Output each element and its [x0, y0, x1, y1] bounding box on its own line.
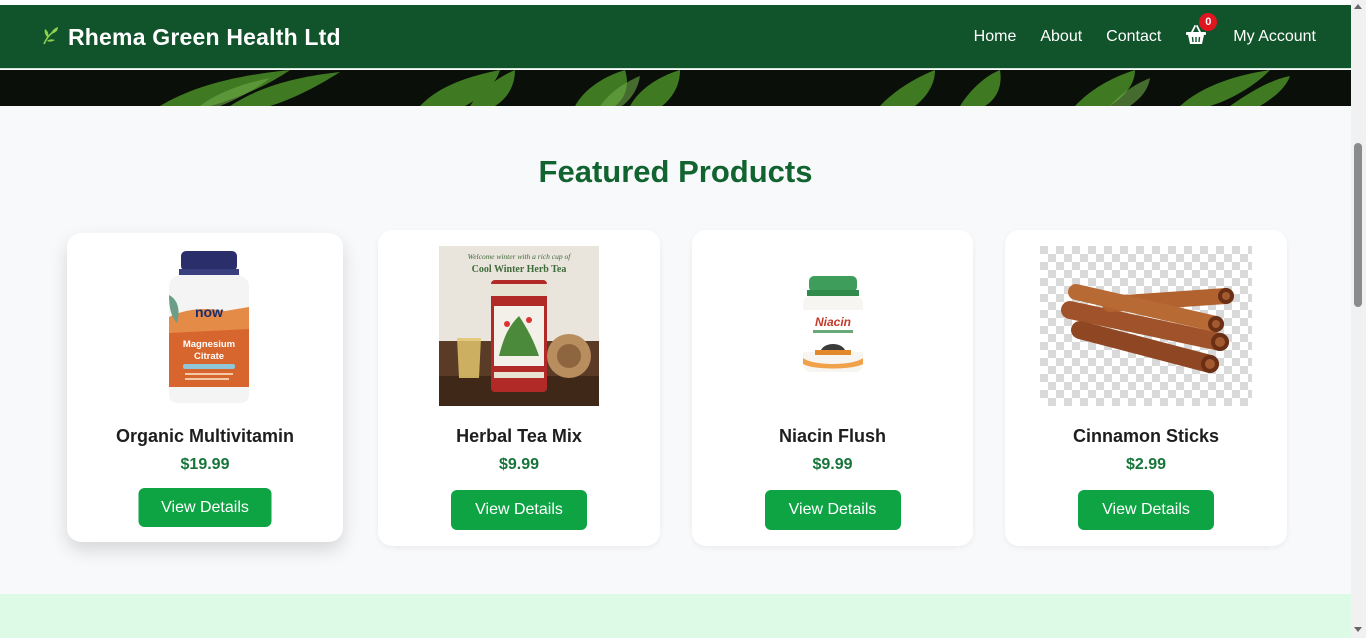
view-details-button[interactable]: View Details — [764, 490, 901, 530]
svg-text:now: now — [195, 304, 223, 320]
nav-contact-link[interactable]: Contact — [1106, 28, 1161, 46]
nav-links: Home About Contact 0 My Account — [950, 5, 1316, 69]
svg-text:Citrate: Citrate — [194, 351, 224, 362]
svg-text:Niacin: Niacin — [814, 315, 850, 329]
cart-button[interactable]: 0 — [1185, 13, 1218, 49]
scroll-up-arrow-icon[interactable] — [1354, 4, 1362, 9]
brand[interactable]: Rhema Green Health Ltd — [40, 5, 341, 69]
product-card: now Magnesium Citrate Organic Multivitam… — [67, 233, 343, 542]
scroll-down-arrow-icon[interactable] — [1354, 627, 1362, 632]
nav-about-link[interactable]: About — [1040, 28, 1082, 46]
product-price: $9.99 — [498, 456, 540, 473]
supplement-bottle-image: now Magnesium Citrate — [125, 247, 285, 407]
product-card: Niacin Niacin Flush $9.99 View Details — [692, 230, 973, 546]
brand-title: Rhema Green Health Ltd — [68, 23, 341, 50]
scrollbar[interactable] — [1351, 0, 1366, 638]
view-details-button[interactable]: View Details — [1078, 490, 1214, 530]
scrollbar-thumb[interactable] — [1354, 143, 1362, 307]
svg-text:Magnesium: Magnesium — [183, 339, 235, 350]
my-account-link[interactable]: My Account — [1233, 28, 1316, 46]
featured-products-section: Featured Products now Magnesium Citrate … — [0, 106, 1351, 594]
product-name: Cinnamon Sticks — [1072, 426, 1220, 446]
tea-tin-image: Welcome winter with a rich cup of Cool W… — [439, 246, 599, 406]
product-name: Niacin Flush — [778, 426, 886, 446]
next-section — [0, 594, 1351, 638]
supplement-jar-image: Niacin — [753, 246, 913, 406]
product-price: $2.99 — [1125, 456, 1167, 473]
product-price: $19.99 — [180, 456, 230, 473]
product-price: $9.99 — [812, 456, 853, 473]
hero-banner-image — [0, 70, 1351, 106]
cinnamon-image — [1040, 246, 1252, 406]
product-card: Cinnamon Sticks $2.99 View Details — [1005, 230, 1287, 546]
cart-count-badge: 0 — [1199, 13, 1218, 31]
view-details-button[interactable]: View Details — [138, 488, 272, 527]
tea-image-heading: Cool Winter Herb Tea — [471, 264, 567, 275]
view-details-button[interactable]: View Details — [451, 490, 587, 530]
product-name: Herbal Tea Mix — [456, 426, 582, 446]
leaf-icon — [40, 24, 62, 51]
product-card: Welcome winter with a rich cup of Cool W… — [378, 230, 660, 546]
tea-image-caption: Welcome winter with a rich cup of — [467, 252, 571, 261]
navbar: Rhema Green Health Ltd Home About Contac… — [0, 5, 1351, 69]
nav-home-link[interactable]: Home — [974, 28, 1017, 46]
product-name: Organic Multivitamin — [115, 426, 295, 446]
section-title: Featured Products — [538, 154, 813, 189]
tea-image-text: Welcome winter with a rich cup of Cool W… — [439, 252, 599, 275]
